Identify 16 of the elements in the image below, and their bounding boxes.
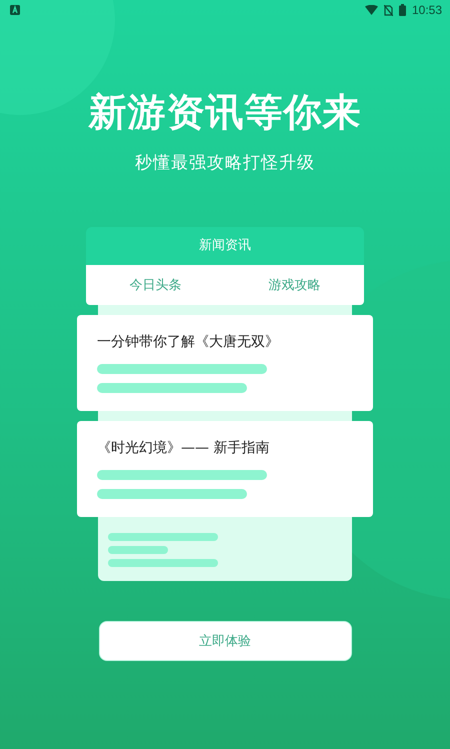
tab[interactable]: 今日头条: [130, 276, 182, 294]
no-sim-icon: [384, 4, 393, 16]
subheadline: 秒懂最强攻略打怪升级: [135, 152, 315, 174]
placeholder-line: [108, 546, 168, 554]
article-title: 《时光幻境》—— 新手指南: [97, 439, 270, 457]
try-now-button[interactable]: 立即体验: [98, 621, 352, 661]
headline: 新游资讯等你来: [88, 89, 362, 136]
article-card[interactable]: 《时光幻境》—— 新手指南: [77, 421, 373, 517]
tab[interactable]: 游戏攻略: [268, 276, 320, 294]
notification-icon: [10, 5, 20, 15]
wifi-icon: [364, 5, 378, 15]
card-header: 新闻资讯: [86, 227, 364, 265]
article-title: 一分钟带你了解《大唐无双》: [97, 333, 280, 351]
status-time: 10:53: [412, 3, 442, 17]
article-card[interactable]: 一分钟带你了解《大唐无双》: [77, 315, 373, 411]
battery-icon: [398, 4, 406, 16]
